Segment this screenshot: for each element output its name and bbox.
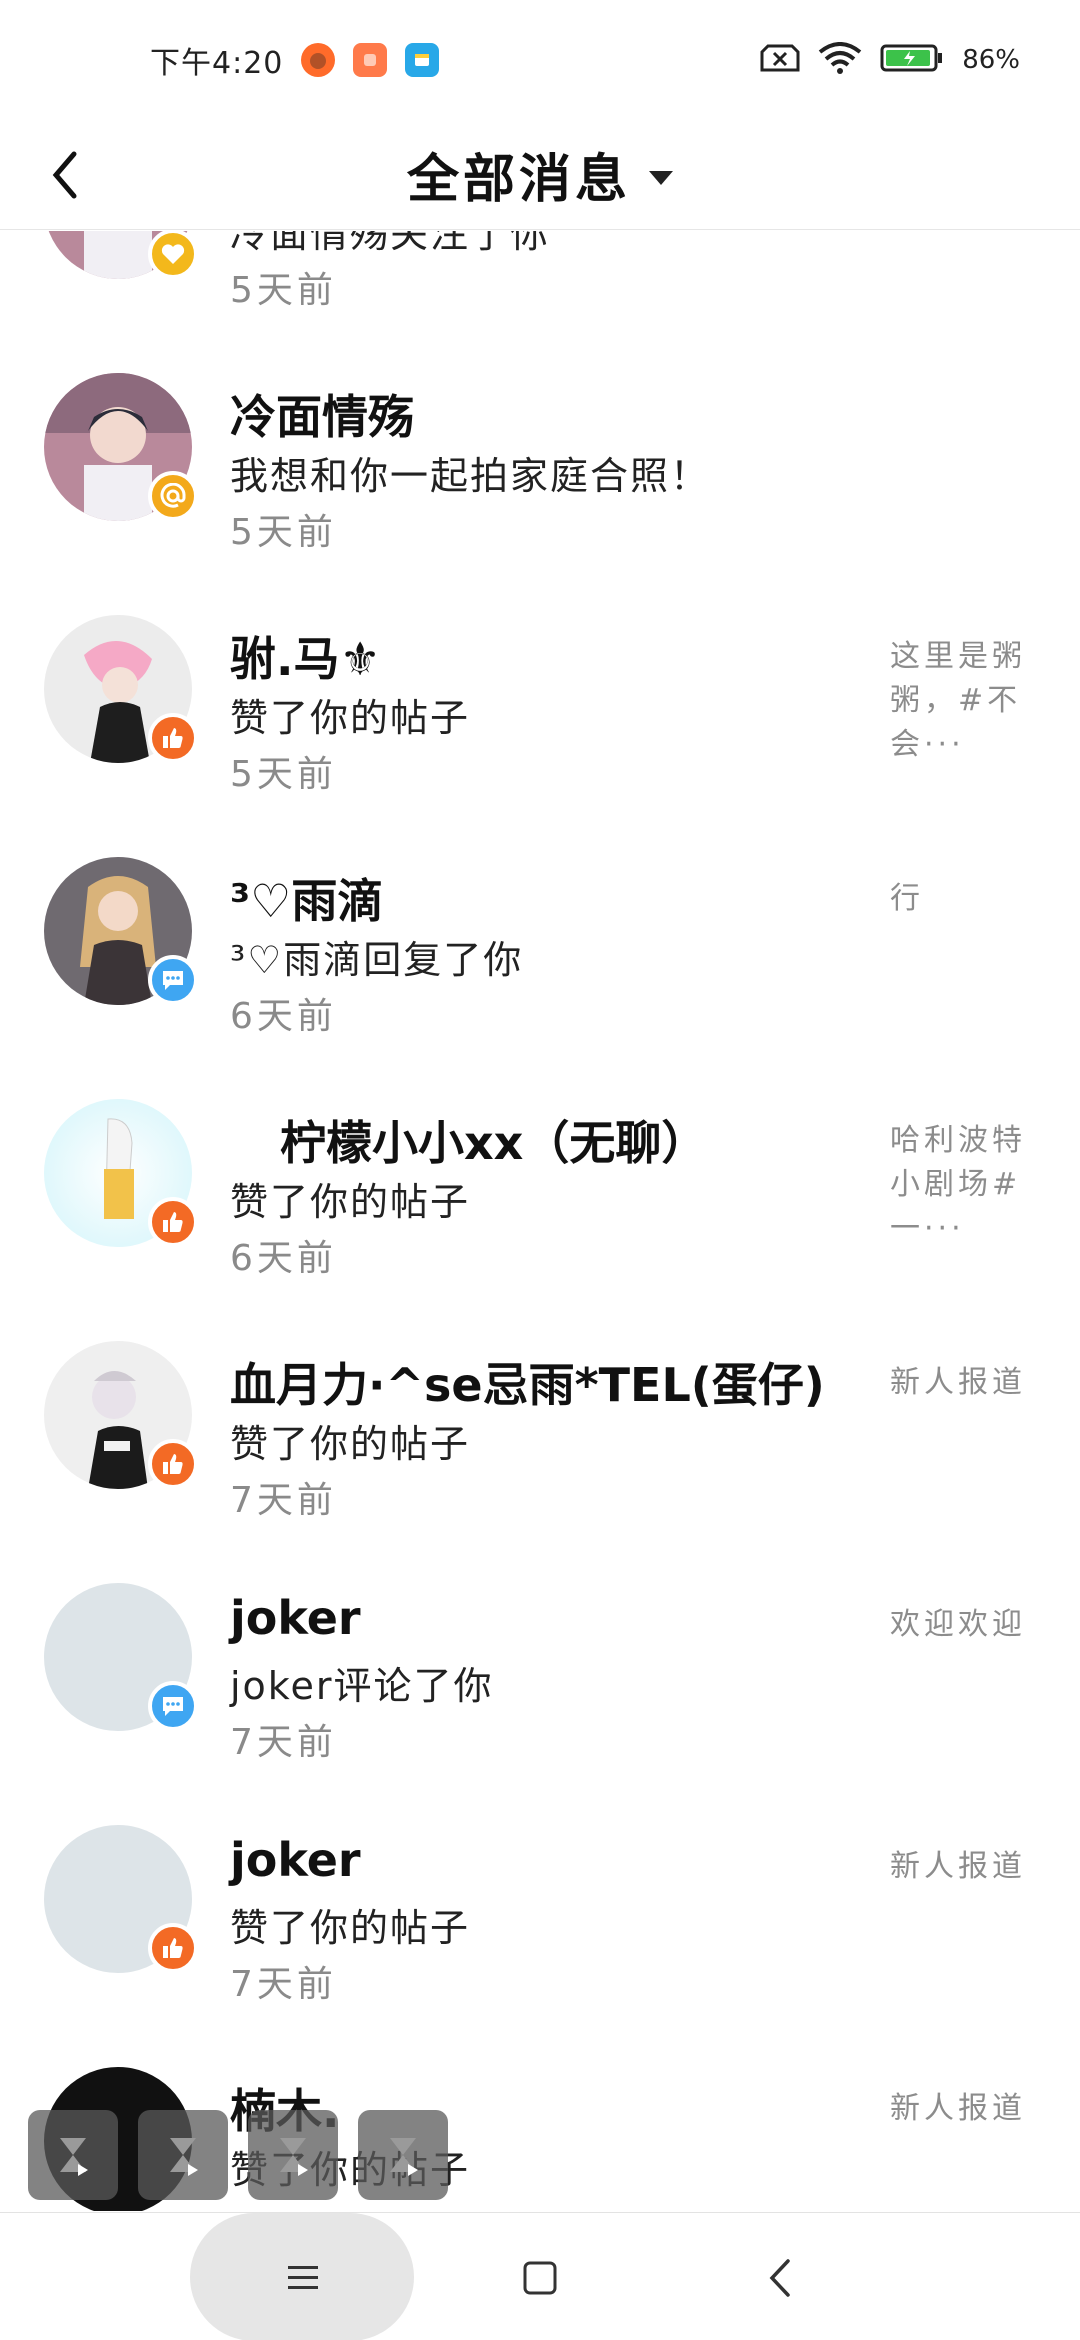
header: 全部消息 — [0, 120, 1080, 230]
title-dropdown[interactable]: 全部消息 — [407, 137, 673, 212]
list-item[interactable]: 冷面情殇 我想和你一起拍家庭合照！ 5天前 — [0, 353, 1080, 595]
avatar[interactable] — [44, 373, 198, 521]
status-bar: 下午4:20 86% — [0, 0, 1080, 120]
message-text: ³♡雨滴回复了你 — [230, 938, 524, 982]
message-text: 冷面情殇关注了你 — [230, 231, 551, 256]
chevron-left-icon — [769, 2259, 790, 2297]
list-item[interactable]: 血月力·^se忌雨*TEL(蛋仔) 赞了你的帖子 7天前 新人报道 — [0, 1321, 1080, 1563]
message-text: 赞了你的帖子 — [230, 1180, 471, 1224]
comment-badge — [148, 955, 198, 1005]
hourglass-play-icon — [280, 2138, 308, 2176]
status-left: 下午4:20 — [150, 38, 440, 82]
like-badge — [148, 1439, 198, 1489]
chat-bubble-icon — [163, 1697, 183, 1716]
message-text: joker评论了你 — [230, 1664, 494, 1708]
like-badge — [148, 713, 198, 763]
mention-badge — [148, 471, 198, 521]
sender-name: 驸.马⚜ — [230, 632, 381, 686]
media-play-button[interactable] — [138, 2110, 228, 2200]
chat-bubble-icon — [163, 971, 183, 990]
list-item[interactable]: 柠檬小小xx（无聊） 赞了你的帖子 6天前 哈利波特小剧场#一··· — [0, 1079, 1080, 1321]
message-time: 5天前 — [230, 512, 337, 553]
message-time: 6天前 — [230, 996, 337, 1037]
avatar[interactable] — [44, 615, 198, 763]
message-text: 我想和你一起拍家庭合照！ — [230, 454, 711, 498]
caret-down-icon — [649, 170, 673, 185]
heart-icon — [161, 244, 185, 264]
system-nav-bar — [0, 2212, 1080, 2340]
message-time: 7天前 — [230, 1722, 337, 1763]
thumbs-up-icon — [163, 1212, 183, 1232]
at-icon — [160, 483, 186, 508]
avatar[interactable] — [44, 231, 198, 279]
post-preview[interactable]: 新人报道 — [890, 1361, 1040, 1405]
hourglass-play-icon — [390, 2138, 418, 2176]
wifi-icon — [818, 42, 862, 78]
sender-name: joker — [230, 1591, 361, 1645]
status-time: 下午4:20 — [150, 46, 284, 81]
thumbs-up-icon — [163, 1938, 183, 1958]
app-notification-icon — [353, 43, 388, 77]
post-preview[interactable]: 这里是粥粥，#不会··· — [890, 635, 1040, 767]
message-text: 赞了你的帖子 — [230, 696, 471, 740]
thumbs-up-icon — [163, 728, 183, 748]
sender-name: joker — [230, 1833, 361, 1887]
list-item[interactable]: joker 赞了你的帖子 7天前 新人报道 — [0, 1805, 1080, 2047]
like-badge — [148, 1923, 198, 1973]
hourglass-play-icon — [170, 2138, 198, 2176]
page-title: 全部消息 — [406, 150, 631, 210]
avatar[interactable] — [44, 1583, 198, 1731]
recents-button[interactable] — [268, 2243, 338, 2313]
message-text: 赞了你的帖子 — [230, 1906, 471, 1950]
thumbs-up-icon — [163, 1454, 183, 1474]
post-preview[interactable]: 新人报道 — [890, 2087, 1040, 2131]
messages-screen: 下午4:20 86% 全部消息 冷面情殇关注了你 5天前 冷面情殇 我想和你一起… — [0, 0, 1080, 2340]
media-play-button[interactable] — [248, 2110, 338, 2200]
list-item[interactable]: ³♡雨滴 ³♡雨滴回复了你 6天前 行 — [0, 837, 1080, 1079]
chevron-left-icon — [52, 151, 77, 199]
battery-icon — [880, 43, 944, 77]
message-time: 7天前 — [230, 1964, 337, 2005]
list-item[interactable]: joker joker评论了你 7天前 欢迎欢迎 — [0, 1563, 1080, 1805]
pumpkin-notification-icon — [301, 43, 336, 77]
status-right: 86% — [760, 42, 1020, 78]
follow-badge — [148, 231, 198, 279]
message-time: 5天前 — [230, 270, 337, 311]
square-icon — [523, 2261, 557, 2295]
list-item[interactable]: 冷面情殇关注了你 5天前 — [0, 231, 1080, 353]
media-play-button[interactable] — [358, 2110, 448, 2200]
avatar[interactable] — [44, 1099, 198, 1247]
hourglass-play-icon — [60, 2138, 88, 2176]
back-button[interactable] — [40, 150, 90, 200]
system-back-button[interactable] — [745, 2243, 815, 2313]
sim-off-icon — [760, 43, 800, 77]
comment-badge — [148, 1681, 198, 1731]
sender-name: 柠檬小小xx（无聊） — [280, 1116, 708, 1170]
battery-percent: 86% — [962, 45, 1020, 75]
list-item[interactable]: 驸.马⚜ 赞了你的帖子 5天前 这里是粥粥，#不会··· — [0, 595, 1080, 837]
media-play-button[interactable] — [28, 2110, 118, 2200]
calendar-notification-icon — [405, 43, 440, 77]
reply-preview[interactable]: 行 — [890, 877, 1040, 921]
sender-name: 冷面情殇 — [230, 390, 414, 444]
avatar[interactable] — [44, 1341, 198, 1489]
message-time: 6天前 — [230, 1238, 337, 1279]
avatar[interactable] — [44, 857, 198, 1005]
sender-name: 血月力·^se忌雨*TEL(蛋仔) — [230, 1358, 825, 1412]
avatar[interactable] — [44, 1825, 198, 1973]
comment-preview[interactable]: 欢迎欢迎 — [890, 1603, 1040, 1647]
message-time: 7天前 — [230, 1480, 337, 1521]
floating-media-overlay — [28, 2110, 448, 2200]
home-button[interactable] — [505, 2243, 575, 2313]
message-text: 赞了你的帖子 — [230, 1422, 471, 1466]
post-preview[interactable]: 新人报道 — [890, 1845, 1040, 1889]
message-list[interactable]: 冷面情殇关注了你 5天前 冷面情殇 我想和你一起拍家庭合照！ 5天前 驸.马⚜ … — [0, 231, 1080, 2211]
menu-icon — [288, 2266, 318, 2289]
like-badge — [148, 1197, 198, 1247]
message-time: 5天前 — [230, 754, 337, 795]
sender-name: ³♡雨滴 — [230, 874, 384, 928]
post-preview[interactable]: 哈利波特小剧场#一··· — [890, 1119, 1040, 1251]
